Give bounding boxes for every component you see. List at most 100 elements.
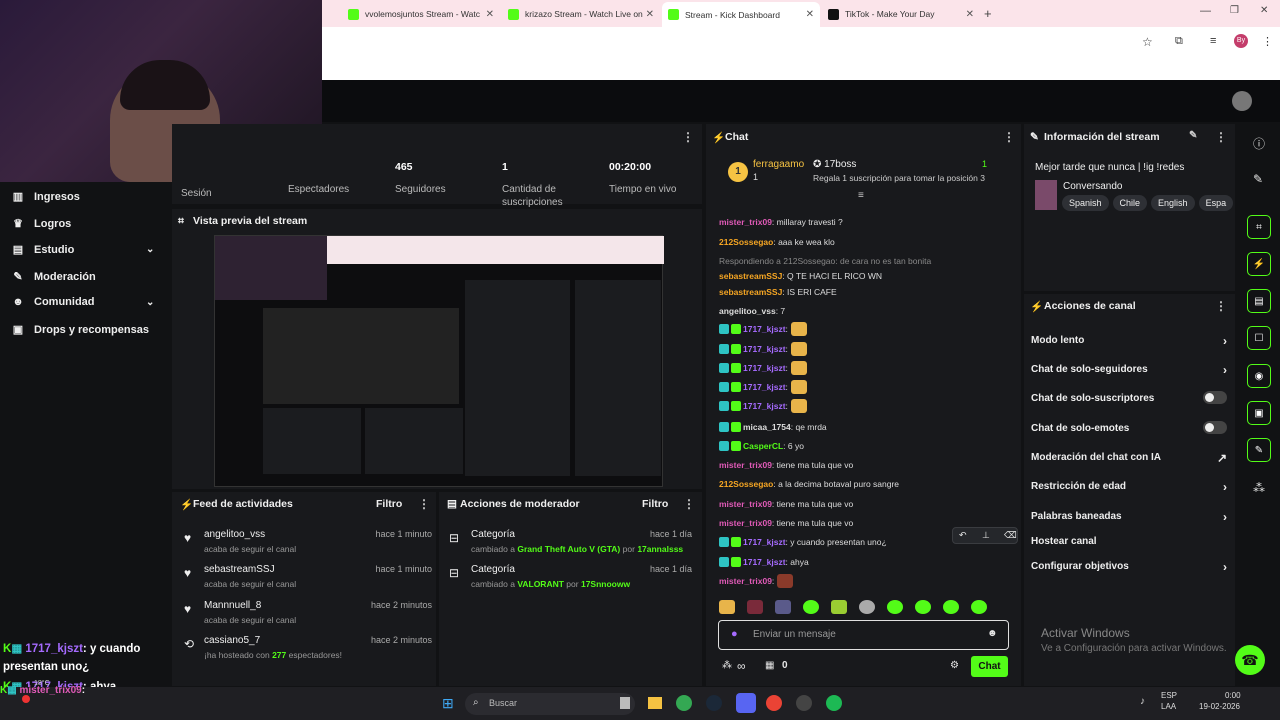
chat-message[interactable]: 1717_kjszt: ahya [719, 556, 809, 568]
mod-action-item[interactable]: ⊟ Categoría hace 1 día cambiado a VALORA… [439, 564, 692, 598]
emote-icon[interactable] [831, 600, 847, 614]
emote-icon[interactable] [803, 600, 819, 614]
info-icon[interactable]: ⓘ [1253, 135, 1265, 152]
sidebar-item-logros[interactable]: ♛ Logros [12, 217, 71, 231]
chat-message[interactable]: mister_trix09: tiene ma tula que vo [719, 498, 853, 510]
channel-action-item[interactable]: Modo lento › [1031, 334, 1227, 348]
extensions-icon[interactable]: ⧉ [1175, 35, 1183, 48]
stream-preview-video[interactable] [214, 235, 664, 487]
spotify-icon[interactable] [826, 695, 842, 711]
sidebar-item-comunidad[interactable]: ☻ Comunidad ⌄ [12, 296, 170, 308]
emote-icon[interactable] [887, 600, 903, 614]
chat-username[interactable]: 1717_kjszt [743, 537, 786, 547]
kebab-menu-icon[interactable]: ⋮ [682, 130, 694, 144]
weather-temp[interactable]: 18°C [34, 680, 50, 687]
feed-item[interactable]: ♥ angelitoo_vss hace 1 minuto acaba de s… [172, 529, 432, 563]
chat-message[interactable]: micaa_1754: qe mrda [719, 421, 827, 433]
browser-tab[interactable]: TikTok - Make Your Day ✕ [822, 4, 980, 24]
new-tab-button[interactable]: + [984, 6, 992, 21]
chat-message[interactable]: CasperCL: 6 yo [719, 440, 804, 452]
tag-pill[interactable]: Espa [1198, 195, 1234, 211]
media-icon[interactable]: ≡ [1210, 35, 1216, 47]
emote-icon[interactable] [915, 600, 931, 614]
feed-item[interactable]: ♥ sebastreamSSJ hace 1 minuto acaba de s… [172, 564, 432, 598]
chat-username[interactable]: mister_trix09 [719, 499, 772, 509]
chat-message[interactable]: mister_trix09: tiene ma tula que vo [719, 517, 853, 529]
steam-icon[interactable] [706, 695, 722, 711]
chat-username[interactable]: 1717_kjszt [743, 363, 786, 373]
close-window-icon[interactable]: ✕ [1260, 5, 1268, 16]
chat-message[interactable]: angelitoo_vss: 7 [719, 305, 785, 317]
toggle-switch[interactable] [1203, 391, 1227, 404]
menu-icon[interactable]: ⋮ [1262, 35, 1273, 48]
chat-username[interactable]: CasperCL [743, 441, 783, 451]
windows-start-icon[interactable]: ⊞ [442, 695, 454, 712]
maximize-icon[interactable]: ❐ [1230, 5, 1239, 16]
clipboard-button[interactable]: ▤ [1247, 289, 1271, 313]
reply-icon[interactable]: ↶ [959, 530, 967, 541]
send-chat-button[interactable]: Chat [971, 656, 1008, 677]
sidebar-item-drops[interactable]: ▣ Drops y recompensas [12, 323, 149, 337]
channel-action-item[interactable]: Chat de solo-seguidores › [1031, 363, 1227, 377]
kebab-menu-icon[interactable]: ⋮ [418, 497, 430, 511]
chat-message[interactable]: sebastreamSSJ: Q TE HACI EL RICO WN [719, 270, 882, 282]
feed-item[interactable]: ⟲ cassiano5_7 hace 2 minutos ¡ha hostead… [172, 635, 432, 669]
chat-username[interactable]: mister_trix09 [719, 518, 772, 528]
chat-message[interactable]: 1717_kjszt: [719, 380, 807, 394]
broadcast-button[interactable]: ◉ [1247, 364, 1271, 388]
emote-icon[interactable] [859, 600, 875, 614]
mic-icon[interactable]: ● [731, 628, 738, 640]
chat-username[interactable]: mister_trix09 [719, 576, 772, 586]
chat-username[interactable]: 1717_kjszt [743, 344, 786, 354]
chat-message[interactable]: mister_trix09: millaray travesti ? [719, 216, 843, 228]
close-icon[interactable]: ✕ [806, 9, 814, 20]
chat-message[interactable]: 1717_kjszt: [719, 342, 807, 356]
gear-icon[interactable]: ⚙ [950, 660, 959, 671]
channel-action-item[interactable]: Moderación del chat con IA ↗ [1031, 451, 1227, 465]
close-icon[interactable]: ✕ [966, 9, 974, 20]
gift-box-icon[interactable]: ▦ [765, 660, 774, 671]
sidebar-item-moderacion[interactable]: ✎ Moderación [12, 270, 95, 284]
bolt-button[interactable]: ⚡ [1247, 252, 1271, 276]
star-icon[interactable]: ☆ [1142, 35, 1153, 49]
clock-time[interactable]: 0:00 [1225, 691, 1241, 700]
minimize-icon[interactable]: — [1200, 5, 1211, 17]
tag-pill[interactable]: Chile [1112, 195, 1148, 211]
points-icon[interactable]: ⁂ [722, 660, 732, 671]
tag-pill[interactable]: Spanish [1062, 195, 1109, 211]
sub-gifter-name[interactable]: 17boss [824, 159, 856, 170]
feed-item[interactable]: ♥ Mannnuell_8 hace 2 minutos acaba de se… [172, 600, 432, 634]
clip-button[interactable]: ⌗ [1247, 215, 1271, 239]
sidebar-item-estudio[interactable]: ▤ Estudio ⌄ [12, 243, 170, 257]
channel-action-item[interactable]: Chat de solo-suscriptores [1031, 391, 1227, 404]
emoji-icon[interactable]: ☻ [987, 628, 998, 639]
chat-username[interactable]: mister_trix09 [719, 460, 772, 470]
kebab-menu-icon[interactable]: ⋮ [1003, 130, 1015, 144]
chat-message[interactable]: 1717_kjszt: y cuando presentan uno¿ [719, 536, 887, 548]
chat-username[interactable]: micaa_1754 [743, 422, 791, 432]
toggle-switch[interactable] [1203, 421, 1227, 434]
browser-tab[interactable]: vvolemosjuntos Stream - Watc ✕ [342, 4, 500, 24]
chat-message[interactable]: mister_trix09: tiene ma tula que vo [719, 459, 853, 471]
close-icon[interactable]: ✕ [646, 9, 654, 20]
chat-message[interactable]: sebastreamSSJ: IS ERI CAFE [719, 286, 837, 298]
chat-reply-context[interactable]: Respondiendo a 212Sossegao: de cara no e… [719, 255, 931, 267]
chat-button[interactable]: ☐ [1247, 326, 1271, 350]
browser-tab-active[interactable]: Stream - Kick Dashboard ✕ [662, 2, 820, 27]
feed-filter-button[interactable]: Filtro [376, 498, 402, 510]
help-chat-button[interactable]: ☎ [1235, 645, 1265, 675]
chat-username[interactable]: 1717_kjszt [743, 557, 786, 567]
camera-button[interactable]: ▣ [1247, 401, 1271, 425]
emote-icon[interactable] [775, 600, 791, 614]
chat-input-box[interactable]: ● Enviar un mensaje ☻ [718, 620, 1009, 650]
emote-icon[interactable] [971, 600, 987, 614]
chat-message[interactable]: 1717_kjszt: [719, 322, 807, 336]
chat-username[interactable]: sebastreamSSJ [719, 271, 782, 281]
mic-tray-icon[interactable]: ♪ [1140, 696, 1145, 707]
channel-action-item[interactable]: Restricción de edad › [1031, 480, 1227, 494]
chat-message[interactable]: 1717_kjszt: [719, 399, 807, 413]
chat-message[interactable]: 212Sossegao: a la decima botaval puro sa… [719, 478, 899, 490]
mod-action-item[interactable]: ⊟ Categoría hace 1 día cambiado a Grand … [439, 529, 692, 563]
pin-icon[interactable]: ⊥ [982, 530, 990, 541]
language-indicator[interactable]: ESP [1161, 691, 1177, 700]
